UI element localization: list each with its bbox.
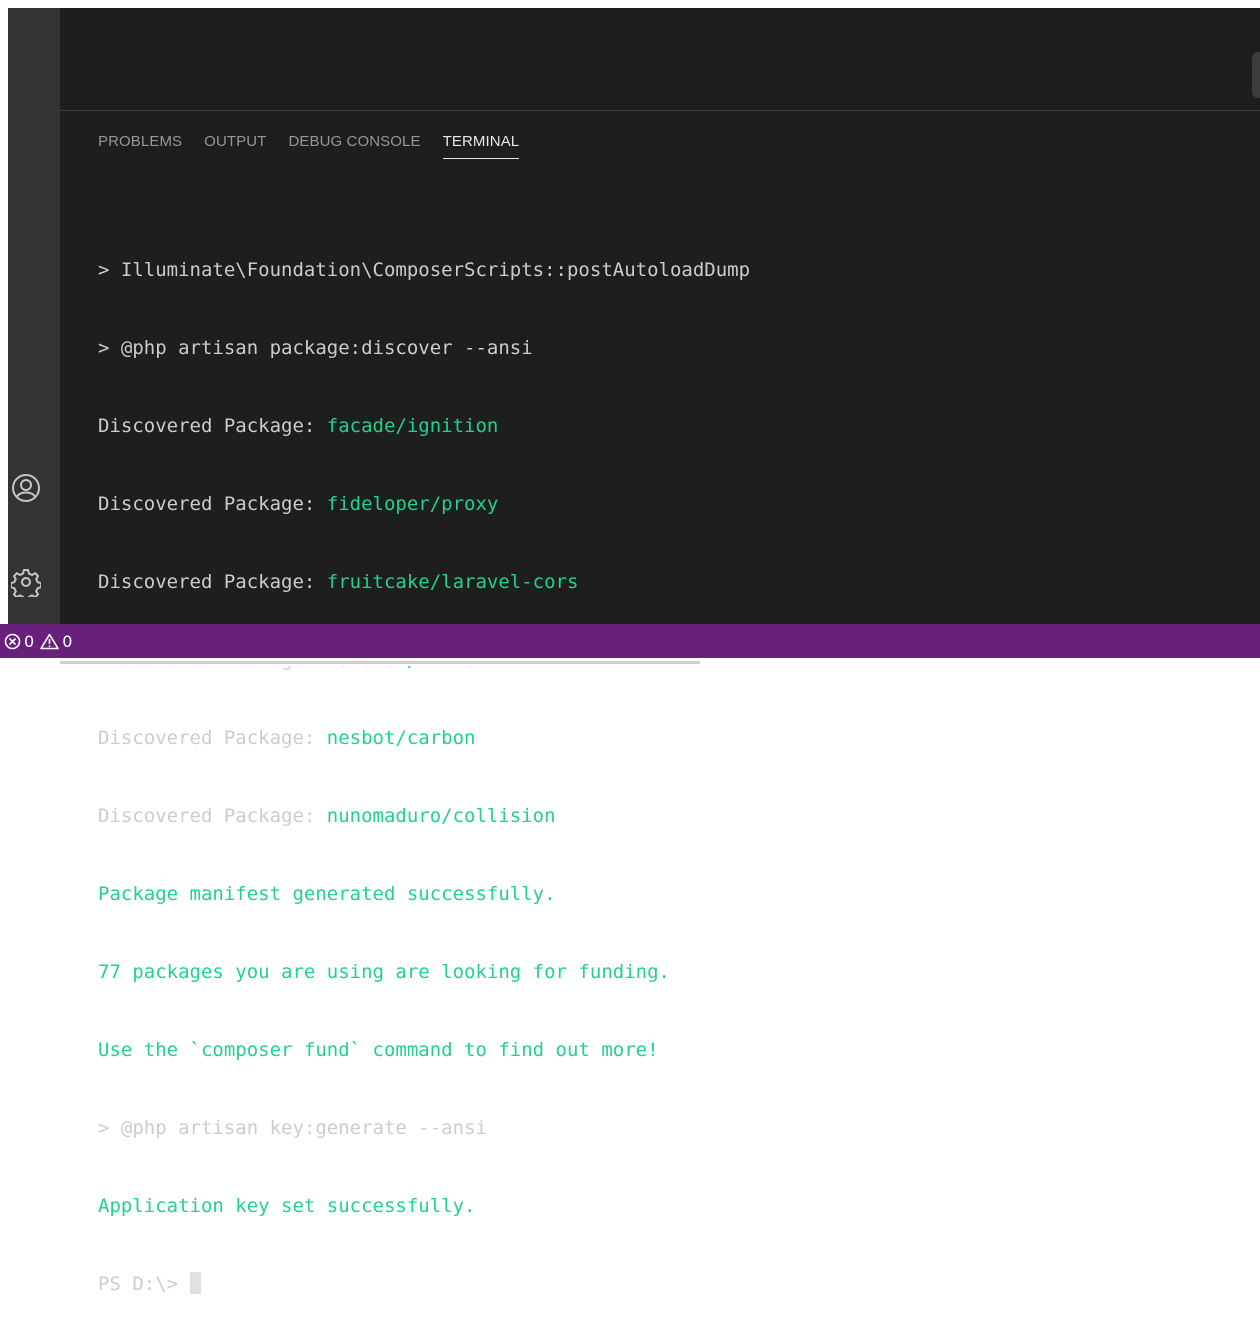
tab-output[interactable]: OUTPUT: [204, 133, 266, 159]
terminal-line: > Illuminate\Foundation\ComposerScripts:…: [98, 257, 750, 283]
terminal-line-text: > Illuminate\Foundation\ComposerScripts:…: [98, 259, 751, 281]
status-bar: 0 0: [0, 624, 1260, 658]
terminal-prompt-line: PS D:\>: [98, 1271, 750, 1297]
package-name: facade/ignition: [326, 415, 499, 437]
terminal-line-prefix: Discovered Package:: [98, 415, 327, 437]
terminal-cursor[interactable]: [189, 1272, 201, 1294]
terminal-success-line: 77 packages you are using are looking fo…: [98, 961, 670, 983]
terminal-line-prefix: Discovered Package:: [98, 805, 327, 827]
tab-debug-console[interactable]: DEBUG CONSOLE: [288, 133, 420, 159]
tab-problems[interactable]: PROBLEMS: [98, 133, 182, 159]
warning-triangle-icon: [40, 633, 59, 649]
terminal-line: Discovered Package: fideloper/proxy: [98, 491, 750, 517]
warnings-count: 0: [62, 631, 73, 651]
errors-count: 0: [24, 631, 35, 651]
terminal-line-text: > @php artisan key:generate --ansi: [98, 1117, 487, 1139]
terminal-line: > @php artisan key:generate --ansi: [98, 1115, 750, 1141]
terminal-line: Discovered Package: nesbot/carbon: [98, 725, 750, 751]
terminal-line: Discovered Package: nunomaduro/collision: [98, 803, 750, 829]
terminal-success-line: Use the `composer fund` command to find …: [98, 1039, 659, 1061]
terminal-line: > @php artisan package:discover --ansi: [98, 335, 750, 361]
gear-icon[interactable]: [4, 560, 48, 604]
package-name: fruitcake/laravel-cors: [326, 571, 579, 593]
package-name: nesbot/carbon: [326, 727, 476, 749]
terminal-success-line: Package manifest generated successfully.: [98, 883, 556, 905]
terminal-success-line: Application key set successfully.: [98, 1195, 476, 1217]
bottom-edge: [0, 658, 1260, 666]
package-name: nunomaduro/collision: [326, 805, 556, 827]
terminal-line-prefix: Discovered Package:: [98, 493, 327, 515]
terminal-line-text: > @php artisan package:discover --ansi: [98, 337, 533, 359]
error-circle-icon: [4, 633, 21, 649]
terminal-line: Discovered Package: fruitcake/laravel-co…: [98, 569, 750, 595]
editor-scrollbar[interactable]: [1252, 52, 1260, 98]
terminal-line: Discovered Package: facade/ignition: [98, 413, 750, 439]
editor-area: [60, 8, 1260, 110]
tab-terminal[interactable]: TERMINAL: [442, 133, 520, 159]
activity-bar: [8, 8, 60, 624]
terminal-line-prefix: Discovered Package:: [98, 571, 327, 593]
accounts-icon[interactable]: [4, 466, 48, 510]
terminal-prompt: PS D:\>: [98, 1273, 190, 1295]
bottom-panel: PROBLEMS OUTPUT DEBUG CONSOLE TERMINAL >…: [60, 111, 1260, 1295]
problems-status[interactable]: 0 0: [4, 632, 72, 651]
package-name: fideloper/proxy: [326, 493, 499, 515]
panel-tabs: PROBLEMS OUTPUT DEBUG CONSOLE TERMINAL: [98, 133, 541, 159]
horizontal-scrollbar[interactable]: [60, 661, 700, 664]
terminal-line-prefix: Discovered Package:: [98, 727, 327, 749]
terminal-output[interactable]: > Illuminate\Foundation\ComposerScripts:…: [98, 205, 750, 1332]
vscode-window: PROBLEMS OUTPUT DEBUG CONSOLE TERMINAL >…: [0, 0, 1260, 1295]
